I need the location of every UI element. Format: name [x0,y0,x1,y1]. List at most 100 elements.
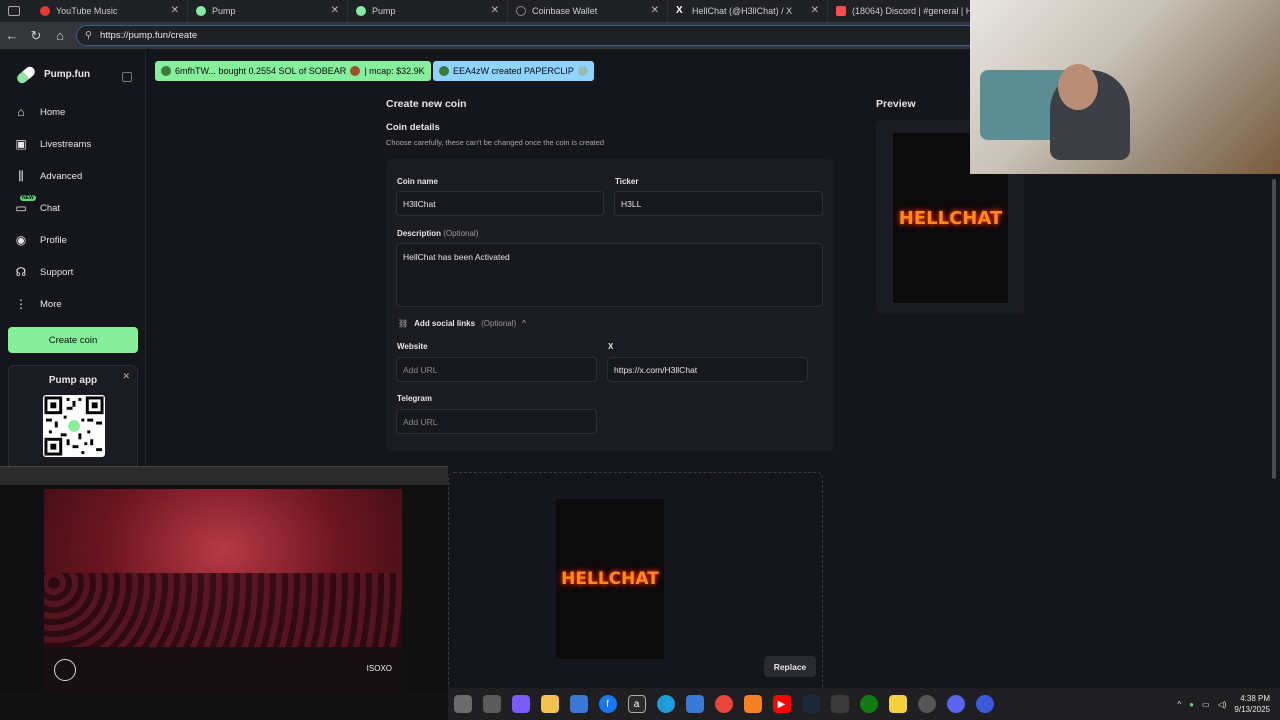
sidebar-item-home[interactable]: ⌂ Home [0,96,145,128]
chrome-icon[interactable] [714,695,733,713]
description-label-text: Description [397,229,442,238]
close-tab-icon[interactable]: ✕ [331,5,339,16]
url-text: https://pump.fun/create [99,30,198,41]
telegram-input[interactable]: Add URL [396,409,597,434]
tab-pump-2[interactable]: Pump ✕ [348,0,508,22]
replace-button[interactable]: Replace [764,656,816,677]
video-logo-icon [54,659,76,681]
telegram-label: Telegram [397,394,432,403]
steam-icon[interactable] [801,695,820,713]
tab-title: YouTube Music [56,6,118,16]
sidebar-item-label: Chat [40,202,61,214]
taskbar: f a ▶ ^ ● ▭ ◁) 4:38 PM 9/13/2025 [448,688,1280,720]
tab-discord[interactable]: (18064) Discord | #general | H3ll [828,0,988,22]
tab-x-hellchat[interactable]: X HellChat (@H3llChat) / X ✕ [668,0,828,22]
close-tab-icon[interactable]: ✕ [811,5,819,16]
reload-icon[interactable]: ↻ [24,28,48,44]
scrollbar-thumb[interactable] [1272,179,1276,479]
ticker-mcap: | mcap: $32.9K [364,66,425,76]
sidebar-item-profile[interactable]: ◉ Profile [0,224,145,256]
close-tab-icon[interactable]: ✕ [491,5,499,16]
volume-icon[interactable]: ◁) [1218,700,1227,709]
app-icon[interactable] [975,695,994,713]
window-menu-icon[interactable] [8,6,20,16]
clock[interactable]: 4:38 PM 9/13/2025 [1234,693,1270,715]
ticker-buy[interactable]: 6mfhTW... bought 0.2554 SOL of SOBEAR | … [155,61,431,81]
sidebar-item-livestreams[interactable]: ▣ Livestreams [0,128,145,160]
network-icon[interactable]: ▭ [1202,700,1210,709]
youtube-icon[interactable]: ▶ [772,695,791,713]
sidebar-item-label: Advanced [40,170,83,182]
microphone-icon[interactable]: ● [1189,700,1194,709]
website-input[interactable]: Add URL [396,357,597,382]
ticker-input[interactable]: H3LL [614,191,823,216]
video-crowd [44,573,402,653]
close-icon[interactable]: ✕ [122,371,130,382]
close-tab-icon[interactable]: ✕ [651,5,659,16]
amazon-icon[interactable]: a [627,695,646,713]
calculator-icon[interactable] [685,695,704,713]
sidebar-item-support[interactable]: ☊ Support [0,256,145,288]
tab-title: Pump [372,6,396,16]
settings-icon[interactable] [830,695,849,713]
x-logo-icon: X [676,5,683,16]
tab-pump-1[interactable]: Pump ✕ [188,0,348,22]
qr-code [43,395,105,457]
sidebar-nav: ⌂ Home ▣ Livestreams ⫼ Advanced ▭ NEW Chat ◉ P… [0,96,145,320]
back-icon[interactable]: ← [0,28,24,43]
support-icon: ☊ [15,265,27,279]
sidebar-item-label: Livestreams [40,138,92,150]
new-badge: NEW [20,195,36,201]
home-icon[interactable]: ⌂ [48,28,72,43]
discord-icon[interactable] [946,695,965,713]
discord-icon [836,6,846,16]
sidebar-item-label: Profile [40,234,67,246]
home-icon: ⌂ [17,105,25,119]
profile-icon: ◉ [15,233,27,247]
social-links-toggle[interactable]: ⛓ Add social links (Optional) ^ [398,319,526,328]
preview-title: Preview [876,98,916,110]
chevron-up-icon[interactable]: ^ [1177,700,1181,709]
store-icon[interactable] [569,695,588,713]
app-icon[interactable] [453,695,472,713]
facebook-icon[interactable]: f [598,695,617,713]
more-icon: ⋮ [15,297,27,311]
sidebar-item-label: Support [40,266,74,278]
sticky-notes-icon[interactable] [888,695,907,713]
time: 4:38 PM [1240,694,1270,703]
description-label: Description (Optional) [397,229,478,238]
video-controls[interactable] [0,692,448,720]
sidebar-item-more[interactable]: ⋮ More [0,288,145,320]
coin-name-input[interactable]: H3llChat [396,191,604,216]
edge-icon[interactable] [656,695,675,713]
site-info-icon[interactable]: ⚲ [85,30,92,41]
sidebar-item-chat[interactable]: ▭ NEW Chat [0,192,145,224]
coinbase-icon [516,6,526,16]
sidebar-item-advanced[interactable]: ⫼ Advanced [0,160,145,192]
close-tab-icon[interactable]: ✕ [171,5,179,16]
task-view-icon[interactable] [482,695,501,713]
tab-title: Pump [212,6,236,16]
brand[interactable]: Pump.fun [0,49,145,90]
optional-hint: (Optional) [443,229,479,238]
ticker-create[interactable]: EEA4zW created PAPERCLIP [433,61,594,81]
obs-icon[interactable] [917,695,936,713]
tab-youtube-music[interactable]: YouTube Music ✕ [0,0,188,22]
ticker-label: Ticker [615,177,639,186]
ticker-text: 6mfhTW... bought 0.2554 SOL of SOBEAR [175,66,347,76]
x-url-input[interactable]: https://x.com/H3llChat [607,357,808,382]
page-title: Create new coin [386,98,467,110]
video-frame[interactable]: ISOXO [44,489,402,693]
chat-icon: ▭ [15,201,27,215]
description-textarea[interactable]: HellChat has been Activated [396,243,823,307]
create-coin-button[interactable]: Create coin [8,327,138,353]
xbox-icon[interactable] [859,695,878,713]
vlc-icon[interactable] [743,695,762,713]
collapse-sidebar-icon[interactable] [122,72,132,82]
copilot-icon[interactable] [511,695,530,713]
x-label: X [608,342,614,351]
pump-app-card: Pump app ✕ [8,365,138,475]
file-explorer-icon[interactable] [540,695,559,713]
optional-hint: (Optional) [481,319,517,328]
tab-coinbase-wallet[interactable]: Coinbase Wallet ✕ [508,0,668,22]
